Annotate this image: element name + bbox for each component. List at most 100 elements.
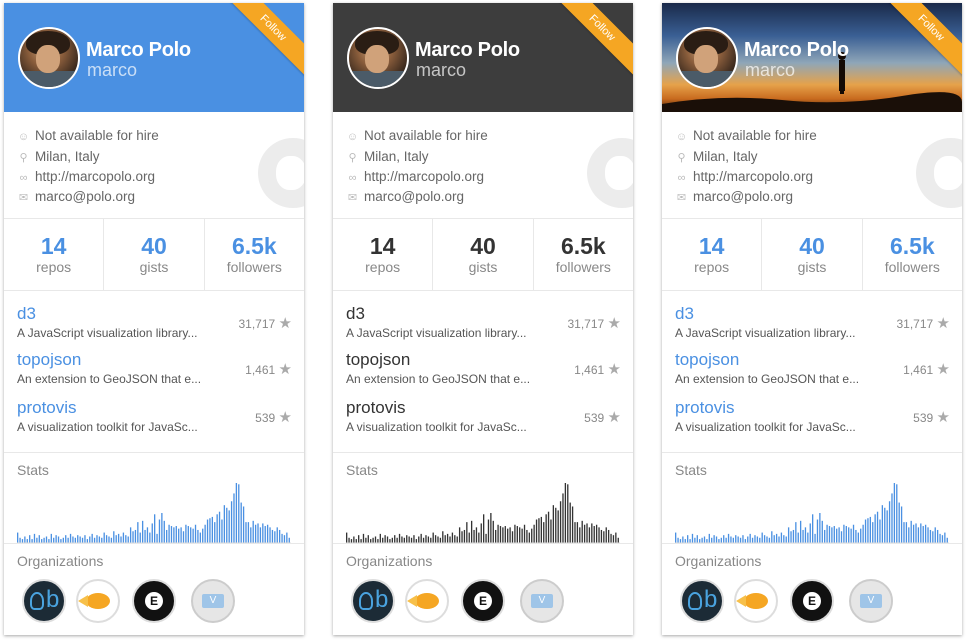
repo-item[interactable]: d3 A JavaScript visualization library...… <box>675 304 950 348</box>
follow-button[interactable]: Follow <box>548 3 633 82</box>
chart-bar <box>713 535 715 543</box>
repo-item[interactable]: protovis A visualization toolkit for Jav… <box>346 398 621 442</box>
chart-bar <box>166 529 168 543</box>
github-octocat-icon <box>587 138 633 208</box>
blog-link[interactable]: http://marcopolo.org <box>35 169 155 184</box>
chart-bar <box>355 539 357 543</box>
chart-bar <box>466 522 468 543</box>
org-avatar-v[interactable]: V <box>849 579 893 623</box>
blog-row[interactable]: ∞ http://marcopolo.org <box>346 168 485 186</box>
org-avatar-goldfish[interactable] <box>76 579 120 623</box>
org-avatar-bulb[interactable]: b <box>22 579 66 623</box>
stat-followers[interactable]: 6.5k followers <box>534 219 633 290</box>
chart-bar <box>725 537 727 543</box>
repo-stars: 1,461 ★ <box>574 360 621 378</box>
follow-button[interactable]: Follow <box>219 3 304 82</box>
chart-bar <box>886 510 888 543</box>
repo-stars: 539 ★ <box>255 408 292 426</box>
chart-bar <box>154 514 156 543</box>
activity-chart <box>17 483 291 543</box>
profile-login: marco <box>745 60 796 80</box>
org-avatar-v[interactable]: V <box>520 579 564 623</box>
chart-bar <box>437 536 439 543</box>
repo-name[interactable]: protovis <box>675 398 950 418</box>
chart-bar <box>790 531 792 543</box>
chart-bar <box>821 520 823 543</box>
stat-repos[interactable]: 14 repos <box>4 219 105 290</box>
stat-gists[interactable]: 40 gists <box>433 219 534 290</box>
stat-repos[interactable]: 14 repos <box>662 219 763 290</box>
blog-link[interactable]: http://marcopolo.org <box>693 169 813 184</box>
stat-value: 40 <box>470 233 496 259</box>
org-avatar-e[interactable]: E <box>132 579 176 623</box>
repo-name[interactable]: protovis <box>17 398 292 418</box>
chart-bar <box>187 526 189 543</box>
repo-item[interactable]: topojson An extension to GeoJSON that e.… <box>17 350 292 394</box>
stat-gists[interactable]: 40 gists <box>762 219 863 290</box>
blog-row[interactable]: ∞ http://marcopolo.org <box>675 168 814 186</box>
stat-gists[interactable]: 40 gists <box>104 219 205 290</box>
blog-link[interactable]: http://marcopolo.org <box>364 169 484 184</box>
repo-item[interactable]: topojson An extension to GeoJSON that e.… <box>675 350 950 394</box>
email-row[interactable]: ✉ marco@polo.org <box>346 188 464 206</box>
repo-item[interactable]: protovis A visualization toolkit for Jav… <box>675 398 950 442</box>
org-avatar-bulb[interactable]: b <box>680 579 724 623</box>
chart-bar <box>929 529 932 543</box>
repo-item[interactable]: d3 A JavaScript visualization library...… <box>17 304 292 348</box>
chart-bar <box>761 532 763 543</box>
repo-name[interactable]: protovis <box>346 398 621 418</box>
chart-bar <box>699 539 701 543</box>
stat-followers[interactable]: 6.5k followers <box>863 219 962 290</box>
org-avatar-e[interactable]: E <box>461 579 505 623</box>
avatar[interactable] <box>676 27 738 89</box>
chart-bar <box>874 514 876 543</box>
email-link[interactable]: marco@polo.org <box>693 189 793 204</box>
repo-item[interactable]: topojson An extension to GeoJSON that e.… <box>346 350 621 394</box>
stat-followers[interactable]: 6.5k followers <box>205 219 304 290</box>
email-row[interactable]: ✉ marco@polo.org <box>17 188 135 206</box>
chart-bar <box>591 523 593 543</box>
chart-bar <box>828 526 831 543</box>
avatar[interactable] <box>347 27 409 89</box>
hire-row: ☺ Not available for hire <box>346 127 488 145</box>
follow-button[interactable]: Follow <box>877 3 962 82</box>
email-row[interactable]: ✉ marco@polo.org <box>675 188 793 206</box>
repo-item[interactable]: d3 A JavaScript visualization library...… <box>346 304 621 348</box>
chart-bar <box>569 502 571 543</box>
star-icon: ★ <box>607 409 621 426</box>
chart-bar <box>418 536 420 543</box>
chart-bar <box>478 532 480 543</box>
user-icon: ☺ <box>346 131 359 143</box>
chart-bar <box>802 529 804 543</box>
repo-description: A visualization toolkit for JavaSc... <box>346 420 527 434</box>
chart-bar <box>139 532 141 543</box>
chart-bar <box>545 514 547 543</box>
chart-bar <box>53 537 55 543</box>
email-link[interactable]: marco@polo.org <box>364 189 464 204</box>
chart-bar <box>723 535 725 543</box>
email-link[interactable]: marco@polo.org <box>35 189 135 204</box>
org-avatar-v[interactable]: V <box>191 579 235 623</box>
chart-bar <box>749 533 751 543</box>
chart-bar <box>173 527 175 543</box>
org-avatar-e[interactable]: E <box>790 579 834 623</box>
chart-bar <box>98 536 101 543</box>
chart-bar <box>240 502 242 543</box>
stat-repos[interactable]: 14 repos <box>333 219 434 290</box>
chart-bar <box>607 529 610 543</box>
chart-bar <box>939 533 941 543</box>
star-count: 1,461 <box>903 363 934 377</box>
org-avatar-bulb[interactable]: b <box>351 579 395 623</box>
chart-bar <box>718 539 720 543</box>
chart-bar <box>439 537 442 543</box>
chart-bar <box>91 533 93 543</box>
location-row: ⚲ Milan, Italy <box>346 148 428 166</box>
org-avatar-goldfish[interactable] <box>734 579 778 623</box>
repo-list: d3 A JavaScript visualization library...… <box>333 291 633 453</box>
repo-item[interactable]: protovis A visualization toolkit for Jav… <box>17 398 292 442</box>
avatar[interactable] <box>18 27 80 89</box>
blog-row[interactable]: ∞ http://marcopolo.org <box>17 168 156 186</box>
chart-bar <box>132 531 134 543</box>
stats-counters: 14 repos 40 gists 6.5k followers <box>333 219 633 291</box>
org-avatar-goldfish[interactable] <box>405 579 449 623</box>
